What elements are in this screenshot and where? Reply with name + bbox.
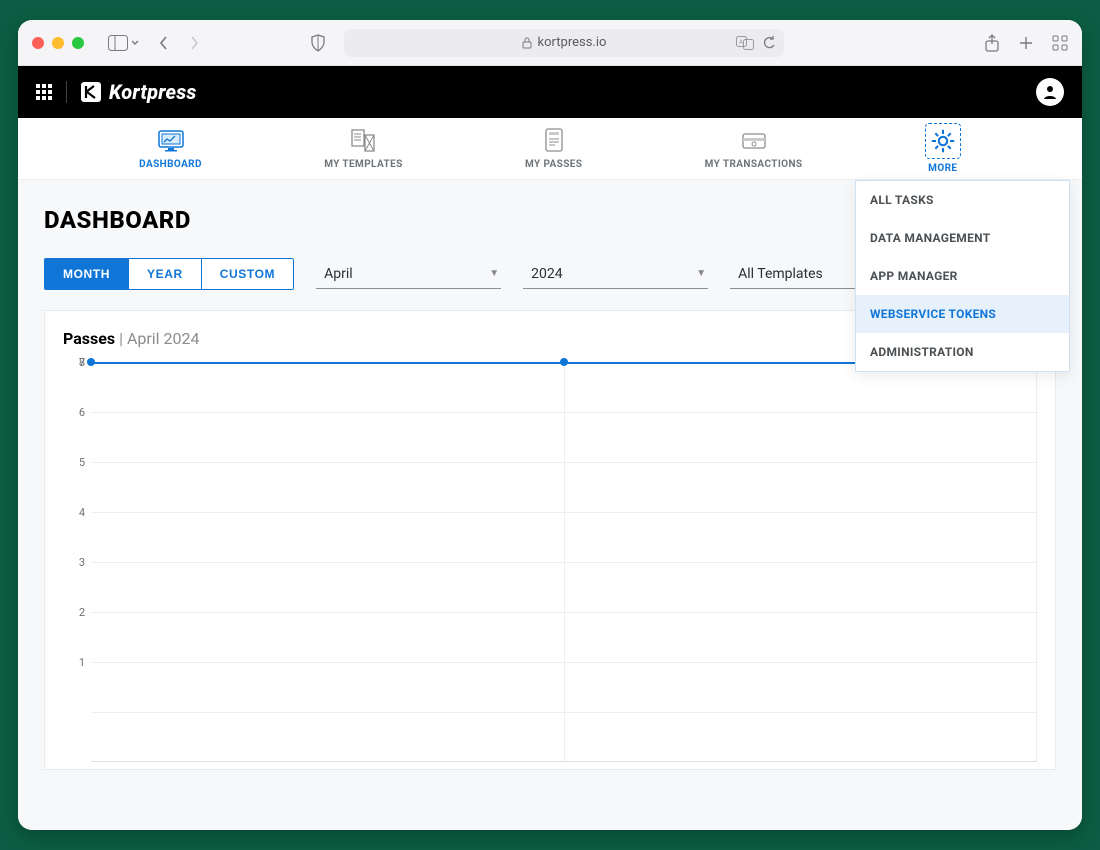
caret-down-icon: ▼: [696, 268, 706, 279]
nav-label: MY TRANSACTIONS: [705, 159, 803, 170]
nav-label: MY TEMPLATES: [324, 159, 402, 170]
nav-tab-passes[interactable]: MY PASSES: [525, 127, 582, 170]
privacy-shield-icon[interactable]: [310, 34, 326, 52]
app-header: Kortpress: [18, 66, 1082, 118]
lock-icon: [522, 37, 532, 49]
chart-grid-line: [91, 662, 1037, 663]
user-icon: [1041, 83, 1059, 101]
minimize-window-icon[interactable]: [52, 37, 64, 49]
dropdown-item-all-tasks[interactable]: ALL TASKS: [856, 181, 1069, 219]
template-select-value: All Templates: [738, 266, 823, 282]
chart-grid-line: [91, 562, 1037, 563]
chart-grid-line: [91, 612, 1037, 613]
year-select[interactable]: 2024 ▼: [523, 260, 708, 289]
dropdown-item-app-manager[interactable]: APP MANAGER: [856, 257, 1069, 295]
new-tab-icon[interactable]: [1018, 34, 1034, 52]
segment-custom[interactable]: CUSTOM: [201, 259, 293, 289]
chart-grid-line: [91, 412, 1037, 413]
dropdown-item-webservice-tokens[interactable]: WEBSERVICE TOKENS: [856, 295, 1069, 333]
sidebar-toggle-button[interactable]: [108, 35, 140, 51]
divider: [66, 81, 67, 103]
brand-name: Kortpress: [109, 80, 197, 104]
chart-y-tick: 1: [63, 657, 85, 707]
chart-data-point: [87, 358, 95, 366]
chart-grid-line: [91, 712, 1037, 713]
main-nav: DASHBOARD MY TEMPLATES MY PASSES MY TRAN…: [18, 118, 1082, 180]
period-segment: MONTH YEAR CUSTOM: [44, 258, 294, 290]
dashboard-icon: [157, 127, 185, 155]
month-select[interactable]: April ▼: [316, 260, 501, 289]
passes-icon: [540, 127, 568, 155]
reload-icon[interactable]: [762, 36, 776, 50]
close-window-icon[interactable]: [32, 37, 44, 49]
nav-label: DASHBOARD: [139, 159, 202, 170]
chart-y-tick: 2: [63, 607, 85, 657]
window-controls: [32, 37, 84, 49]
maximize-window-icon[interactable]: [72, 37, 84, 49]
transactions-icon: [740, 127, 768, 155]
chart-y-tick: 4: [63, 507, 85, 557]
chart-y-tick: 6: [63, 407, 85, 457]
address-bar[interactable]: kortpress.io A: [344, 29, 784, 57]
chart-y-axis: 87654321: [63, 362, 85, 762]
year-select-value: 2024: [531, 266, 562, 282]
caret-down-icon: ▼: [489, 268, 499, 279]
segment-year[interactable]: YEAR: [128, 259, 201, 289]
chart-plot-area: [91, 362, 1037, 762]
page-title: DASHBOARD: [44, 206, 191, 234]
chart-grid-line: [91, 512, 1037, 513]
share-icon[interactable]: [984, 34, 1000, 52]
nav-tab-templates[interactable]: MY TEMPLATES: [324, 127, 402, 170]
chart: 87654321: [63, 362, 1037, 762]
segment-month[interactable]: MONTH: [45, 259, 128, 289]
dropdown-item-administration[interactable]: ADMINISTRATION: [856, 333, 1069, 371]
chevron-down-icon: [130, 38, 140, 48]
nav-label: MY PASSES: [525, 159, 582, 170]
more-dropdown: ALL TASKS DATA MANAGEMENT APP MANAGER WE…: [855, 180, 1070, 372]
chart-y-tick: 3: [63, 557, 85, 607]
app-launcher-icon[interactable]: [36, 84, 52, 100]
back-button[interactable]: [158, 35, 170, 51]
templates-icon: [349, 127, 377, 155]
tab-overview-icon[interactable]: [1052, 34, 1068, 52]
chart-y-tick: 7: [63, 357, 85, 407]
nav-tab-dashboard[interactable]: DASHBOARD: [139, 127, 202, 170]
chart-y-tick: 5: [63, 457, 85, 507]
chart-grid-line: [91, 462, 1037, 463]
gear-icon: [929, 127, 957, 155]
url-text: kortpress.io: [538, 35, 607, 50]
month-select-value: April: [324, 266, 353, 282]
nav-tab-more[interactable]: MORE: [925, 123, 961, 174]
account-avatar[interactable]: [1036, 78, 1064, 106]
translate-icon[interactable]: A: [736, 36, 754, 50]
svg-text:A: A: [739, 39, 743, 46]
nav-label: MORE: [928, 163, 957, 174]
panel-title-sub: April 2024: [127, 329, 200, 348]
passes-panel: Passes | April 2024 87654321: [44, 310, 1056, 770]
brand[interactable]: Kortpress: [81, 80, 197, 104]
brand-logo-icon: [81, 82, 101, 102]
browser-toolbar: kortpress.io A: [18, 20, 1082, 66]
forward-button[interactable]: [188, 35, 200, 51]
panel-title-main: Passes: [63, 329, 115, 348]
nav-tab-transactions[interactable]: MY TRANSACTIONS: [705, 127, 803, 170]
chart-data-point: [560, 358, 568, 366]
dropdown-item-data-management[interactable]: DATA MANAGEMENT: [856, 219, 1069, 257]
